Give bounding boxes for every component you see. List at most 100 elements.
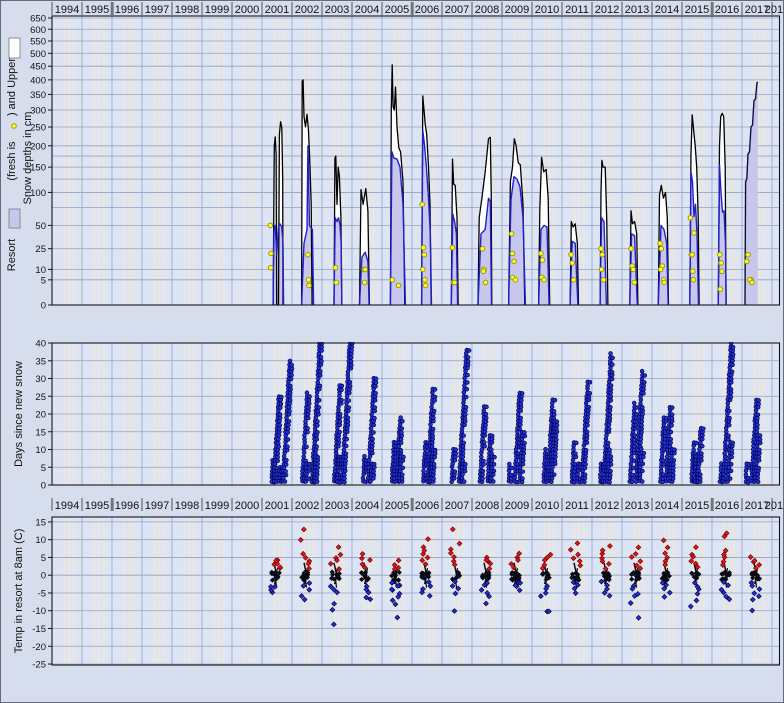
days-dot: [555, 423, 559, 427]
days-dot: [555, 427, 559, 431]
days-dot: [586, 419, 590, 423]
tick-label: 0: [41, 301, 46, 312]
days-dot: [320, 359, 324, 363]
fresh-snow-dot: [334, 280, 339, 285]
days-dot: [489, 448, 493, 452]
days-axis-label: Days since new snow: [13, 361, 25, 467]
days-dot: [290, 363, 294, 367]
days-dot: [492, 462, 496, 466]
days-dot: [349, 360, 353, 364]
days-dot: [640, 480, 644, 484]
days-dot: [700, 458, 704, 462]
days-dot: [640, 416, 644, 420]
fresh-snow-dot: [658, 267, 663, 272]
tick-label: 25: [35, 392, 46, 403]
fresh-snow-dot: [692, 231, 697, 236]
days-dot: [629, 462, 633, 466]
days-dot: [731, 363, 735, 367]
fresh-snow-dot: [540, 258, 545, 263]
fresh-snow-dot: [423, 278, 428, 283]
days-dot: [305, 445, 309, 449]
days-dot: [347, 406, 351, 410]
days-dot: [284, 463, 288, 467]
days-dot: [369, 434, 373, 438]
days-dot: [521, 462, 525, 466]
tick-label: 400: [30, 75, 46, 86]
days-dot: [337, 437, 341, 441]
days-dot: [307, 406, 311, 410]
days-dot: [290, 373, 294, 377]
days-dot: [641, 469, 645, 473]
year-label: 2004: [355, 500, 379, 512]
fresh-snow-dot: [390, 278, 395, 283]
days-dot: [673, 448, 677, 452]
tick-label: 35: [35, 356, 46, 367]
days-dot: [286, 427, 290, 431]
fresh-snow-dot: [601, 278, 606, 283]
fresh-snow-dot: [362, 280, 367, 285]
days-dot: [316, 380, 320, 384]
days-dot: [374, 377, 378, 381]
days-dot: [278, 406, 282, 410]
fresh-snow-dot: [363, 267, 368, 272]
days-dot: [337, 405, 341, 409]
days-dot: [467, 349, 471, 353]
days-dot: [374, 381, 378, 385]
days-dot: [728, 416, 732, 420]
days-dot: [348, 384, 352, 388]
tick-label: 40: [35, 339, 46, 350]
fresh-snow-dot: [632, 280, 637, 285]
days-dot: [464, 405, 468, 409]
days-dot: [482, 459, 486, 463]
days-dot: [307, 466, 311, 470]
days-dot: [519, 402, 523, 406]
year-label: 2003: [325, 4, 349, 16]
days-dot: [279, 402, 283, 406]
tick-label: 50: [35, 221, 46, 232]
days-dot: [574, 452, 578, 456]
days-dot: [641, 455, 645, 459]
days-dot: [642, 451, 646, 455]
days-dot: [726, 473, 730, 477]
days-dot: [611, 356, 615, 360]
days-dot: [304, 420, 308, 424]
year-label: 2003: [325, 500, 349, 512]
days-dot: [315, 395, 319, 399]
days-dot: [490, 459, 494, 463]
days-dot: [510, 473, 514, 477]
fresh-snow-dot: [719, 261, 724, 266]
days-dot: [552, 473, 556, 477]
fresh-snow-dot: [512, 259, 517, 264]
days-dot: [343, 466, 347, 470]
legend-fresh-label: (fresh is: [6, 141, 18, 181]
days-dot: [727, 423, 731, 427]
year-label: 2012: [595, 500, 619, 512]
days-dot: [340, 388, 344, 392]
year-label: 1995: [85, 4, 109, 16]
days-dot: [315, 469, 319, 473]
days-dot: [610, 377, 614, 381]
days-dot: [483, 444, 487, 448]
days-dot: [639, 402, 643, 406]
days-dot: [727, 384, 731, 388]
fresh-snow-dot: [542, 278, 547, 283]
fresh-snow-dot: [688, 216, 693, 221]
days-dot: [463, 423, 467, 427]
days-dot: [607, 427, 611, 431]
year-label: 2018: [765, 500, 784, 512]
tick-label: 5: [41, 463, 46, 474]
days-dot: [289, 377, 293, 381]
days-dot: [400, 419, 404, 423]
year-label: 1994: [55, 4, 79, 16]
days-dot: [317, 405, 321, 409]
days-dot: [466, 360, 470, 364]
days-dot: [337, 434, 341, 438]
days-dot: [480, 448, 484, 452]
days-dot: [463, 413, 467, 417]
days-dot: [611, 363, 615, 367]
days-dot: [630, 480, 634, 484]
days-dot: [756, 413, 760, 417]
days-dot: [588, 380, 592, 384]
fresh-snow-dot: [659, 246, 664, 251]
days-dot: [374, 384, 378, 388]
